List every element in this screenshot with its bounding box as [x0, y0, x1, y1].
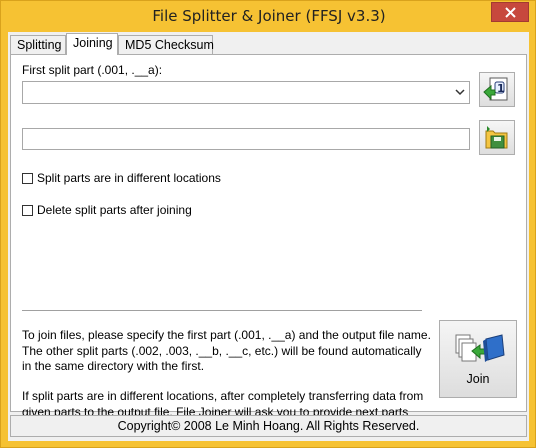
delete-after-joining-checkbox[interactable]: Delete split parts after joining — [22, 203, 192, 217]
status-bar: Copyright© 2008 Le Minh Hoang. All Right… — [10, 415, 527, 437]
close-icon — [505, 7, 516, 18]
tab-splitting[interactable]: Splitting — [10, 35, 66, 54]
tab-md5-checksum[interactable]: MD5 Checksum — [118, 35, 214, 54]
different-locations-checkbox[interactable]: Split parts are in different locations — [22, 171, 221, 185]
joining-panel: First split part (.001, .__a): 1 Split p… — [10, 54, 527, 434]
browse-output-button[interactable] — [479, 120, 515, 155]
tab-joining[interactable]: Joining — [66, 33, 118, 55]
join-files-icon — [455, 334, 505, 362]
output-file-field[interactable] — [22, 128, 470, 150]
close-button[interactable] — [491, 2, 529, 22]
app-window: File Splitter & Joiner (FFSJ v3.3) Split… — [0, 0, 536, 448]
save-output-icon — [485, 126, 508, 149]
chevron-down-icon[interactable] — [455, 88, 465, 96]
different-locations-label[interactable]: Split parts are in different locations — [37, 171, 221, 185]
join-button-label: Join — [466, 372, 490, 386]
delete-after-joining-checkbox-box[interactable] — [22, 204, 33, 216]
first-part-label: First split part (.001, .__a): — [22, 63, 163, 77]
delete-after-joining-label[interactable]: Delete split parts after joining — [37, 203, 192, 217]
open-first-part-icon: 1 — [483, 77, 508, 101]
copyright-text: Copyright© 2008 Le Minh Hoang. All Right… — [117, 419, 420, 433]
help-divider — [22, 310, 422, 312]
join-button[interactable]: Join — [439, 320, 517, 398]
client-area: Splitting Joining MD5 Checksum First spl… — [8, 32, 529, 441]
help-text-join: To join files, please specify the first … — [22, 328, 431, 373]
different-locations-checkbox-box[interactable] — [22, 172, 33, 184]
browse-first-part-button[interactable]: 1 — [479, 72, 515, 107]
title-bar: File Splitter & Joiner (FFSJ v3.3) — [1, 1, 536, 31]
window-title: File Splitter & Joiner (FFSJ v3.3) — [152, 7, 386, 25]
first-part-combobox[interactable] — [22, 81, 470, 104]
svg-text:1: 1 — [497, 82, 505, 95]
